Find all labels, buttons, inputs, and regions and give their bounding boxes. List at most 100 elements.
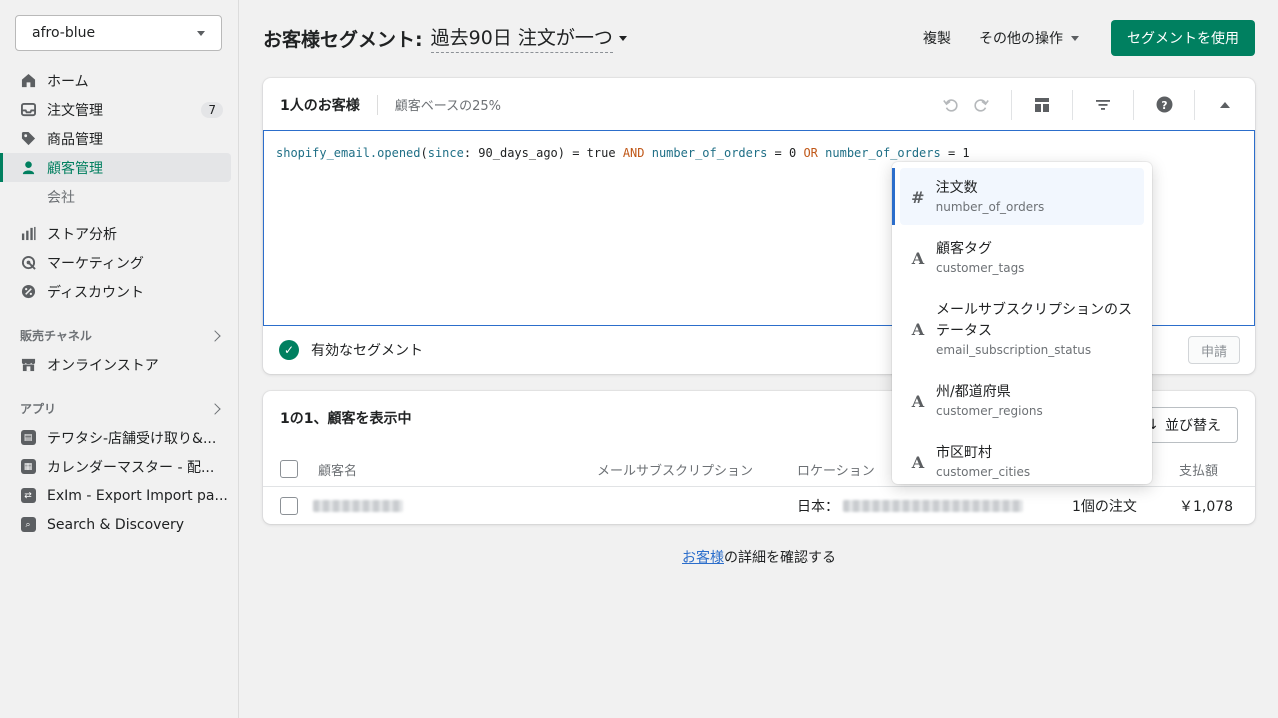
column-header-location[interactable]: ロケーション [797, 452, 875, 486]
nav-label: ディスカウント [47, 284, 145, 301]
svg-text:?: ? [1161, 99, 1167, 112]
autocomplete-item[interactable]: A 州/都道府県 customer_regions [892, 372, 1152, 429]
divider [1133, 89, 1134, 120]
sort-label: 並び替え [1165, 418, 1221, 434]
page-title: お客様セグメント: [263, 28, 423, 51]
customer-details-footer: お客様の詳細を確認する [263, 547, 1255, 567]
nav-item-app-calendar[interactable]: ▦ カレンダーマスター - 配... [0, 452, 231, 481]
nav-label: 顧客管理 [47, 160, 103, 177]
nav-label: 注文管理 [47, 102, 103, 119]
discount-icon [20, 284, 36, 300]
bar-chart-icon [20, 226, 36, 242]
store-selector[interactable]: afro-blue [15, 15, 222, 51]
column-header-amount[interactable]: 支払額 [1179, 452, 1218, 486]
item-label: 市区町村 [936, 445, 992, 461]
nav-item-discounts[interactable]: ディスカウント [0, 277, 231, 306]
nav-item-home[interactable]: ホーム [0, 66, 231, 95]
autocomplete-item[interactable]: A 顧客タグ customer_tags [892, 229, 1152, 286]
autocomplete-item[interactable]: # 注文数 number_of_orders [892, 168, 1144, 225]
item-key: email_subscription_status [936, 343, 1092, 357]
apply-button[interactable]: 申請 [1187, 336, 1240, 364]
apps-section[interactable]: アプリ [0, 394, 239, 423]
page-header: お客様セグメント: 過去90日 注文が一つ 複製 その他の操作 セグメントを使用 [263, 18, 1255, 58]
nav-item-customers[interactable]: 顧客管理 [0, 153, 231, 182]
nav-label: Search & Discovery [47, 516, 185, 533]
exchange-icon: ⇄ [20, 488, 36, 504]
item-label: 注文数 [935, 180, 978, 196]
divider [1072, 89, 1073, 120]
app-icon: ▤ [20, 430, 36, 446]
text-icon: A [911, 249, 925, 268]
row-checkbox[interactable] [280, 497, 298, 515]
column-header-name[interactable]: 顧客名 [318, 452, 357, 486]
nav-item-app-search[interactable]: ⌕ Search & Discovery [0, 510, 231, 539]
nav-label: テワタシ-店舗受け取り&... [47, 430, 217, 447]
nav-label: オンラインストア [47, 357, 159, 374]
orders-count-badge: 7 [201, 101, 223, 118]
inbox-icon [20, 102, 36, 118]
checkmark-icon: ✓ [279, 340, 299, 360]
home-icon [20, 73, 36, 89]
query-field: number_of_orders [651, 146, 768, 160]
segment-name[interactable]: 過去90日 注文が一つ [430, 23, 613, 53]
divider [1194, 89, 1195, 120]
editor-tools: ? [936, 78, 1255, 131]
select-all-checkbox[interactable] [280, 460, 298, 478]
item-key: number_of_orders [935, 200, 1045, 214]
nav-label: マーケティング [47, 255, 144, 272]
help-icon[interactable]: ? [1149, 90, 1179, 120]
number-icon: # [911, 188, 925, 207]
nav-item-companies[interactable]: 会社 [0, 182, 231, 211]
template-icon[interactable] [1027, 90, 1057, 120]
autocomplete-item[interactable]: A 市区町村 customer_cities [892, 433, 1152, 484]
query-field: number_of_orders [825, 146, 941, 160]
more-actions-button[interactable]: その他の操作 [979, 28, 1079, 48]
query-text: = 1 [940, 146, 970, 160]
nav-label: ホーム [47, 73, 89, 90]
nav-item-app-tewatashi[interactable]: ▤ テワタシ-店舗受け取り&... [0, 423, 231, 452]
sidebar: afro-blue ホーム 注文管理 7 商品管理 顧客管理 会社 ストア分析 … [0, 0, 239, 718]
query-text: : 90_days_ago) = true [463, 146, 623, 160]
use-segment-button[interactable]: セグメントを使用 [1111, 20, 1255, 56]
redacted-name [313, 500, 403, 512]
more-actions-label: その他の操作 [979, 31, 1063, 47]
customers-link[interactable]: お客様 [682, 550, 724, 566]
nav-item-products[interactable]: 商品管理 [0, 124, 231, 153]
query-text: ( [420, 146, 428, 160]
column-header-email[interactable]: メールサブスクリプション [597, 452, 753, 486]
collapse-icon[interactable] [1210, 90, 1240, 120]
nav-label: ExIm - Export Import pa... [47, 487, 228, 504]
caret-down-icon [197, 30, 205, 36]
divider [376, 94, 378, 115]
nav-item-app-exim[interactable]: ⇄ ExIm - Export Import pa... [0, 481, 231, 510]
header-actions: 複製 その他の操作 セグメントを使用 [895, 20, 1255, 56]
person-icon [20, 160, 36, 176]
redo-icon[interactable] [966, 90, 996, 120]
autocomplete-item[interactable]: A メールサブスクリプションのステータス email_subscription_… [892, 290, 1152, 368]
nav-item-analytics[interactable]: ストア分析 [0, 219, 231, 248]
editor-toolbar: 1人のお客様 顧客ベースの25% ? [263, 78, 1255, 131]
item-key: customer_cities [936, 465, 1031, 479]
query-attribute: since [427, 146, 464, 160]
text-icon: A [911, 320, 925, 339]
customer-base-percentage: 顧客ベースの25% [394, 99, 501, 114]
valid-segment-text: 有効なセグメント [311, 343, 423, 359]
query-text: = 0 [767, 146, 804, 160]
nav-label: カレンダーマスター - 配... [47, 459, 215, 476]
sales-channels-section[interactable]: 販売チャネル [0, 321, 239, 350]
text-icon: A [911, 392, 925, 411]
item-label: 州/都道府県 [936, 384, 1011, 400]
nav-item-marketing[interactable]: マーケティング [0, 248, 231, 277]
caret-down-icon [1071, 35, 1079, 41]
footer-text: の詳細を確認する [724, 550, 836, 566]
nav-label: 会社 [47, 189, 75, 206]
duplicate-button[interactable]: 複製 [923, 28, 951, 48]
nav-item-online-store[interactable]: オンラインストア [0, 350, 231, 379]
table-row[interactable]: 日本： 1個の注文 ￥1,078 [263, 488, 1255, 524]
item-key: customer_regions [936, 404, 1043, 418]
caret-down-icon[interactable] [618, 35, 627, 41]
filter-icon[interactable] [1088, 90, 1118, 120]
nav-item-orders[interactable]: 注文管理 7 [0, 95, 231, 124]
undo-icon[interactable] [936, 90, 966, 120]
text-icon: A [911, 453, 925, 472]
